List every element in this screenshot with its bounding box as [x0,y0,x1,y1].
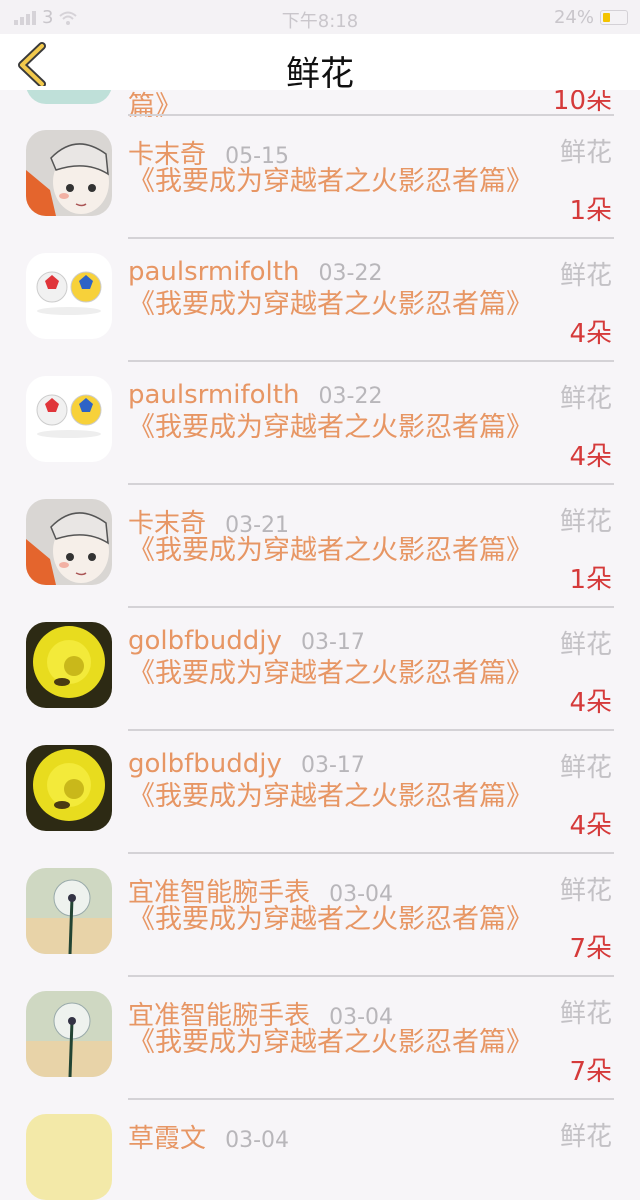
item-kind: 鲜花 [559,876,612,906]
item-date: 03-22 [318,384,383,409]
item-count: 4朵 [569,811,612,841]
item-desc: 《我要成为穿越者之火影忍者篇》 [128,904,533,935]
avatar [26,499,112,585]
list-item-partial-bottom[interactable]: 草霞文 03-04 鲜花 [0,1100,640,1200]
list-item[interactable]: golbfbuddjy 03-17 《我要成为穿越者之火影忍者篇》 鲜花 4朵 [0,731,640,854]
avatar [26,991,112,1077]
item-kind: 鲜花 [559,384,612,414]
user-name-link[interactable]: 草霞文 [128,1124,206,1154]
avatar [26,745,112,831]
item-header: paulsrmifolth 03-22 [128,257,382,287]
item-desc: 《我要成为穿越者之火影忍者篇》 [128,658,533,689]
yellow-flower-avatar-icon [26,622,112,708]
item-desc: 《我要成为穿越者之火影忍者篇》 [128,166,533,197]
avatar [26,253,112,339]
item-kind: 鲜花 [559,753,612,783]
yellow-flower-avatar-icon [26,745,112,831]
item-desc: 《我要成为穿越者之火影忍者篇》 [128,289,533,320]
item-count: 1朵 [569,196,612,226]
user-name-link[interactable]: paulsrmifolth [128,380,299,410]
item-count: 4朵 [569,319,612,349]
avatar [26,130,112,216]
list-item[interactable]: paulsrmifolth 03-22 《我要成为穿越者之火影忍者篇》 鲜花 4… [0,239,640,362]
item-kind: 鲜花 [559,261,612,291]
status-bar: 3 下午8:18 24% [0,0,640,34]
item-desc: 《我要成为穿越者之火影忍者篇》 [128,412,533,443]
item-count: 4朵 [569,688,612,718]
battery-percent: 24% [553,7,594,28]
item-header: paulsrmifolth 03-22 [128,380,382,410]
user-name-link[interactable]: golbfbuddjy [128,749,282,779]
list-item[interactable]: 卡末奇 05-15 《我要成为穿越者之火影忍者篇》 鲜花 1朵 [0,116,640,239]
flower-list: 卡末奇 05-15 《我要成为穿越者之火影忍者篇》 鲜花 1朵 paulsrmi… [0,116,640,1200]
status-time: 下午8:18 [281,11,359,32]
item-kind: 鲜花 [559,507,612,537]
battery-icon [600,10,628,25]
item-date: 03-17 [301,753,365,778]
user-name-link[interactable]: golbfbuddjy [128,626,282,656]
item-count: 7朵 [569,934,612,964]
soccer-balls-avatar-icon [26,376,112,462]
item-kind: 鲜花 [559,1122,612,1152]
item-count: 7朵 [569,1057,612,1087]
list-item[interactable]: 宜准智能腕手表 03-04 《我要成为穿越者之火影忍者篇》 鲜花 7朵 [0,977,640,1100]
item-kind: 鲜花 [559,138,612,168]
list-item[interactable]: paulsrmifolth 03-22 《我要成为穿越者之火影忍者篇》 鲜花 4… [0,362,640,485]
item-date: 03-17 [301,630,365,655]
list-item[interactable]: golbfbuddjy 03-17 《我要成为穿越者之火影忍者篇》 鲜花 4朵 [0,608,640,731]
item-date: 03-22 [318,261,383,286]
page-title: 鲜花 [286,54,354,94]
item-header: golbfbuddjy 03-17 [128,749,365,779]
item-header: golbfbuddjy 03-17 [128,626,365,656]
cartoon-girl-avatar-icon [26,130,112,216]
item-kind: 鲜花 [559,630,612,660]
status-right: 24% [554,7,628,28]
dandelion-avatar-icon [26,868,112,954]
item-desc: 《我要成为穿越者之火影忍者篇》 [128,1027,533,1058]
item-desc: 《我要成为穿越者之火影忍者篇》 [128,535,533,566]
soccer-balls-avatar-icon [26,253,112,339]
avatar [26,1114,112,1200]
item-count: 4朵 [569,442,612,472]
item-header: 草霞文 03-04 [128,1118,289,1155]
item-desc: 《我要成为穿越者之火影忍者篇》 [128,781,533,812]
item-date: 03-04 [225,1128,290,1153]
avatar [26,376,112,462]
cartoon-girl-avatar-icon [26,499,112,585]
user-name-link[interactable]: paulsrmifolth [128,257,299,287]
list-item[interactable]: 卡末奇 03-21 《我要成为穿越者之火影忍者篇》 鲜花 1朵 [0,485,640,608]
dandelion-avatar-icon [26,991,112,1077]
item-count: 1朵 [569,565,612,595]
avatar [26,622,112,708]
item-kind: 鲜花 [559,999,612,1029]
list-item[interactable]: 宜准智能腕手表 03-04 《我要成为穿越者之火影忍者篇》 鲜花 7朵 [0,854,640,977]
nav-bar: 鲜花 [0,34,640,94]
avatar [26,868,112,954]
